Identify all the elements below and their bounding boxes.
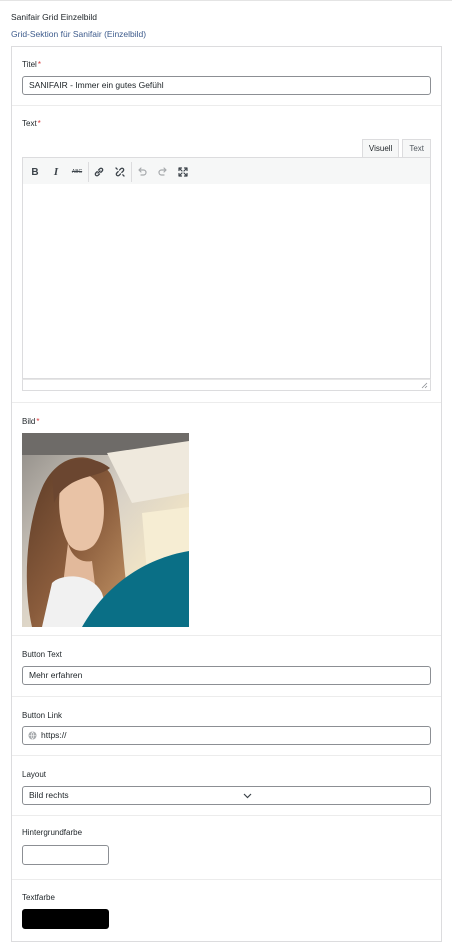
section-subtitle: Grid-Sektion für Sanifair (Einzelbild)	[11, 29, 147, 39]
tab-text[interactable]: Text	[402, 139, 431, 157]
toolbar-divider	[88, 162, 89, 182]
button-text-label: Button Text	[22, 650, 62, 659]
top-divider	[0, 0, 452, 1]
titel-label: Titel*	[22, 60, 41, 69]
field-button-text: Button Text Mehr erfahren	[12, 636, 441, 697]
required-marker: *	[36, 417, 40, 426]
button-link-label: Button Link	[22, 711, 63, 720]
strikethrough-icon[interactable]: ABC	[68, 163, 86, 181]
layout-label: Layout	[22, 770, 47, 779]
field-textfarbe: Textfarbe	[12, 880, 441, 941]
editor-statusbar	[22, 379, 431, 391]
section-title: Sanifair Grid Einzelbild	[11, 12, 97, 22]
layout-selected-value: Bild rechts	[29, 790, 69, 800]
button-link-value: https://	[41, 730, 67, 740]
titel-label-text: Titel	[22, 60, 37, 69]
titel-input[interactable]: SANIFAIR - Immer ein gutes Gefühl	[22, 76, 431, 95]
image-preview[interactable]	[22, 433, 189, 627]
editor-content-area[interactable]	[22, 184, 431, 379]
required-marker: *	[37, 60, 41, 69]
editor-toolbar: B I ABC	[22, 157, 431, 185]
field-button-link: Button Link https://	[12, 697, 441, 756]
fullscreen-icon[interactable]	[174, 163, 192, 181]
bold-icon[interactable]: B	[26, 163, 44, 181]
button-text-input[interactable]: Mehr erfahren	[22, 666, 431, 685]
chevron-down-icon	[243, 793, 252, 799]
undo-icon[interactable]	[133, 163, 151, 181]
link-icon[interactable]	[90, 163, 108, 181]
button-link-input[interactable]: https://	[22, 726, 431, 745]
field-titel: Titel* SANIFAIR - Immer ein gutes Gefühl	[12, 47, 441, 106]
resize-handle-icon[interactable]	[421, 382, 428, 389]
editor-tabs: Visuell Text	[359, 139, 431, 157]
italic-icon[interactable]: I	[47, 163, 65, 181]
toolbar-divider	[131, 162, 132, 182]
text-label: Text*	[22, 119, 41, 128]
layout-select[interactable]: Bild rechts	[22, 786, 431, 805]
hintergrundfarbe-label: Hintergrundfarbe	[22, 828, 83, 837]
background-color-swatch[interactable]	[22, 845, 109, 865]
bild-label-text: Bild	[22, 417, 36, 426]
woman-portrait-image	[22, 433, 189, 627]
textfarbe-label: Textfarbe	[22, 893, 55, 902]
text-color-swatch[interactable]	[22, 909, 109, 929]
required-marker: *	[37, 119, 41, 128]
tab-visuell[interactable]: Visuell	[361, 139, 400, 157]
unlink-icon[interactable]	[111, 163, 129, 181]
fields-panel: Titel* SANIFAIR - Immer ein gutes Gefühl…	[11, 46, 442, 942]
globe-icon	[28, 731, 37, 740]
redo-icon[interactable]	[154, 163, 172, 181]
field-layout: Layout Bild rechts	[12, 756, 441, 816]
text-label-text: Text	[22, 119, 37, 128]
field-hintergrundfarbe: Hintergrundfarbe	[12, 816, 441, 880]
bild-label: Bild*	[22, 417, 39, 426]
